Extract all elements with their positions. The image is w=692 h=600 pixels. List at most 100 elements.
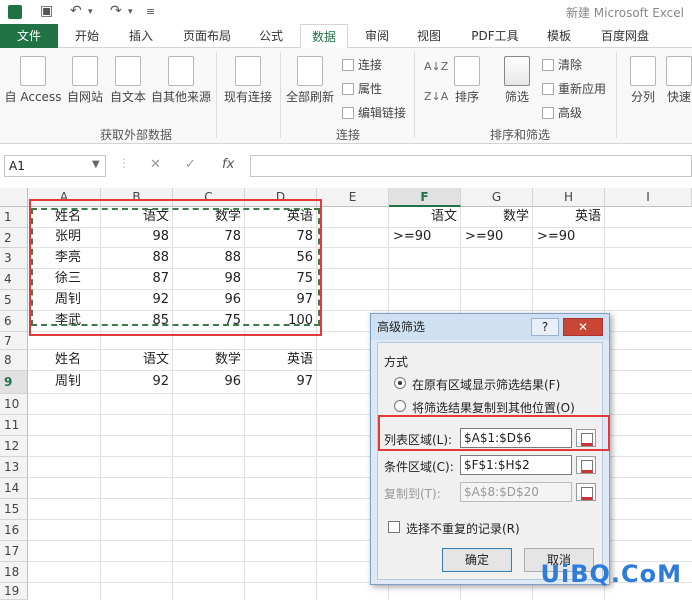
row-header-15[interactable]: 15 [0, 499, 28, 520]
row-header-8[interactable]: 8 [0, 350, 28, 371]
unique-records-label[interactable]: 选择不重复的记录(R) [406, 520, 520, 537]
list-range-highlight [378, 415, 610, 451]
row-header-7[interactable]: 7 [0, 332, 28, 350]
radio-copy-to-location-label[interactable]: 将筛选结果复制到其他位置(O) [412, 399, 575, 416]
insert-function-icon[interactable]: fx [222, 157, 234, 172]
clear-filter-button[interactable]: 清除 [542, 56, 582, 73]
row-header-14[interactable]: 14 [0, 478, 28, 499]
window-title: 新建 Microsoft Excel [565, 6, 684, 20]
copy-to-collapse-icon[interactable] [576, 483, 596, 501]
row-header-11[interactable]: 11 [0, 415, 28, 436]
from-web-button[interactable]: 自网站 [64, 56, 106, 105]
cancel-icon[interactable]: ✕ [150, 157, 161, 172]
cell-b8[interactable]: 语文 [101, 350, 169, 370]
cell-g2[interactable]: >=90 [465, 227, 533, 247]
from-other-sources-button[interactable]: 自其他来源 [149, 56, 213, 105]
name-box-dropdown-icon[interactable]: ▼ [92, 159, 100, 170]
tab-pdf-tools[interactable]: PDF工具 [458, 24, 532, 48]
cell-g1[interactable]: 数学 [461, 207, 529, 227]
flash-fill-button[interactable]: 快速 [664, 56, 692, 105]
cell-h2[interactable]: >=90 [537, 227, 605, 247]
excel-logo-icon [8, 5, 22, 19]
tab-formulas[interactable]: 公式 [248, 24, 294, 48]
tab-review[interactable]: 审阅 [354, 24, 400, 48]
redo-dropdown-icon[interactable]: ▾ [128, 7, 133, 17]
text-to-columns-button[interactable]: 分列 [626, 56, 660, 105]
tab-home[interactable]: 开始 [62, 24, 112, 48]
tab-data[interactable]: 数据 [300, 24, 348, 49]
row-header-5[interactable]: 5 [0, 290, 28, 311]
row-header-18[interactable]: 18 [0, 562, 28, 583]
cell-a8[interactable]: 姓名 [36, 350, 100, 370]
redo-icon[interactable]: ↷ [110, 3, 122, 19]
cell-f1[interactable]: 语文 [389, 207, 457, 227]
customize-qat-icon[interactable]: ≡ [146, 5, 155, 18]
formula-input[interactable] [250, 155, 692, 177]
cell-a9[interactable]: 周钊 [36, 372, 100, 392]
sort-button[interactable]: 排序 [450, 56, 484, 105]
criteria-range-input[interactable]: $F$1:$H$2 [460, 455, 572, 475]
row-header-9[interactable]: 9 [0, 371, 28, 394]
copy-to-input[interactable]: $A$8:$D$20 [460, 482, 572, 502]
row-header-1[interactable]: 1 [0, 207, 28, 228]
cell-d8[interactable]: 英语 [245, 350, 313, 370]
criteria-range-collapse-icon[interactable] [576, 456, 596, 474]
filter-button[interactable]: 筛选 [500, 56, 534, 105]
row-header-2[interactable]: 2 [0, 228, 28, 248]
column-header-e[interactable]: E [317, 188, 389, 207]
connections-button[interactable]: 连接 [342, 56, 382, 73]
cell-d9[interactable]: 97 [245, 372, 313, 392]
save-icon[interactable]: ▣ [40, 3, 53, 19]
group-connections: 连接 [336, 128, 361, 142]
cell-c8[interactable]: 数学 [173, 350, 241, 370]
ok-button[interactable]: 确定 [442, 548, 512, 572]
column-header-h[interactable]: H [533, 188, 605, 207]
row-header-6[interactable]: 6 [0, 311, 28, 332]
properties-button[interactable]: 属性 [342, 80, 382, 97]
radio-filter-in-place-label[interactable]: 在原有区域显示筛选结果(F) [412, 376, 560, 393]
sort-za-icon[interactable]: Z↓A [424, 90, 448, 103]
cell-c9[interactable]: 96 [173, 372, 241, 392]
tab-file[interactable]: 文件 [0, 24, 58, 48]
funnel-icon [504, 56, 530, 86]
row-header-17[interactable]: 17 [0, 541, 28, 562]
refresh-all-button[interactable]: 全部刷新 [284, 56, 336, 105]
edit-links-button[interactable]: 编辑链接 [342, 104, 406, 121]
radio-copy-to-location[interactable] [394, 400, 406, 412]
unique-records-checkbox[interactable] [388, 521, 400, 533]
name-box[interactable]: A1 [4, 155, 106, 177]
close-button[interactable]: ✕ [563, 318, 603, 336]
row-header-3[interactable]: 3 [0, 248, 28, 269]
cell-b9[interactable]: 92 [101, 372, 169, 392]
cell-h1[interactable]: 英语 [533, 207, 601, 227]
column-header-g[interactable]: G [461, 188, 533, 207]
from-access-button[interactable]: 自 Access [4, 56, 62, 105]
from-text-button[interactable]: 自文本 [107, 56, 149, 105]
cell-f2[interactable]: >=90 [393, 227, 461, 247]
sort-az-icon[interactable]: A↓Z [424, 60, 448, 73]
row-header-12[interactable]: 12 [0, 436, 28, 457]
help-button[interactable]: ? [531, 318, 559, 336]
row-header-16[interactable]: 16 [0, 520, 28, 541]
column-header-i[interactable]: I [605, 188, 692, 207]
undo-dropdown-icon[interactable]: ▾ [88, 7, 93, 17]
select-all-corner[interactable] [0, 188, 28, 207]
row-header-4[interactable]: 4 [0, 269, 28, 290]
advanced-filter-button[interactable]: 高级 [542, 104, 582, 121]
mode-label: 方式 [384, 355, 409, 369]
row-header-10[interactable]: 10 [0, 394, 28, 415]
tab-baidu-netdisk[interactable]: 百度网盘 [588, 24, 662, 48]
tab-page-layout[interactable]: 页面布局 [170, 24, 244, 48]
tab-templates[interactable]: 模板 [536, 24, 582, 48]
radio-filter-in-place[interactable] [394, 377, 406, 389]
undo-icon[interactable]: ↶ [70, 3, 82, 19]
enter-icon[interactable]: ✓ [185, 157, 196, 172]
row-header-13[interactable]: 13 [0, 457, 28, 478]
text-file-icon [115, 56, 141, 86]
row-header-19[interactable]: 19 [0, 583, 28, 600]
reapply-filter-button[interactable]: 重新应用 [542, 80, 606, 97]
tab-view[interactable]: 视图 [406, 24, 452, 48]
tab-insert[interactable]: 插入 [116, 24, 166, 48]
existing-connections-button[interactable]: 现有连接 [220, 56, 276, 105]
column-header-f[interactable]: F [389, 188, 461, 207]
